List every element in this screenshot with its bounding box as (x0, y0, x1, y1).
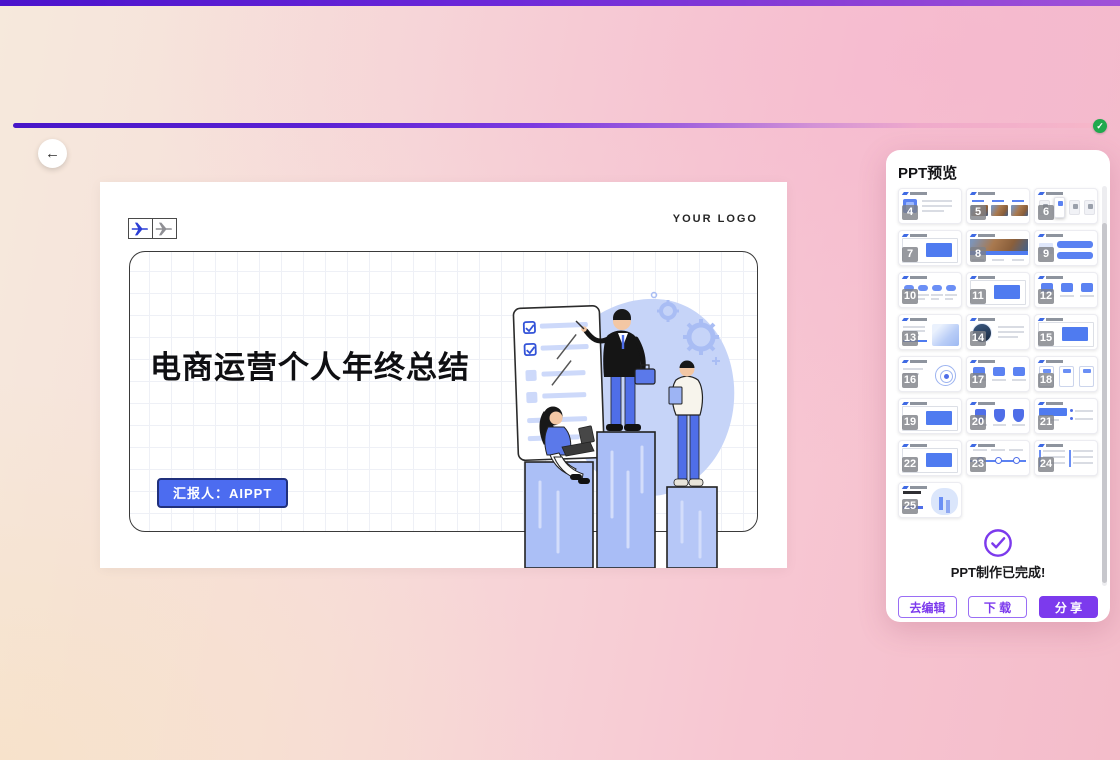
presenter-badge: 汇报人：AIPPT (157, 478, 288, 508)
ppt-preview-panel: PPT预览 4 5 6 7 8 9 10 11 12 13 14 15 16 17 18 19 20 21 22 23… (886, 150, 1110, 622)
slide-thumbnail-grid: 4 5 6 7 8 9 10 11 12 13 14 15 16 17 18 19 20 21 22 23 24 25 (898, 188, 1098, 518)
share-button[interactable]: 分 享 (1039, 596, 1098, 618)
slide-thumbnail[interactable]: 10 (898, 272, 962, 308)
slide-thumbnail[interactable]: 17 (966, 356, 1030, 392)
slide-number-badge: 24 (1038, 457, 1054, 472)
generation-progress-line (13, 123, 1095, 128)
slide-number-badge: 11 (970, 289, 986, 304)
slide-number-badge: 25 (902, 499, 918, 514)
slide-number-badge: 18 (1038, 373, 1054, 388)
slide-number-badge: 13 (902, 331, 918, 346)
panel-title: PPT预览 (898, 162, 957, 183)
slide-thumbnail[interactable]: 7 (898, 230, 962, 266)
download-button[interactable]: 下 载 (968, 596, 1027, 618)
paper-plane-icon-gray (152, 218, 177, 239)
slide-thumbnail[interactable]: 5 (966, 188, 1030, 224)
completion-status-text: PPT制作已完成! (886, 562, 1110, 581)
slide-number-badge: 7 (902, 247, 918, 262)
slide-thumbnail[interactable]: 11 (966, 272, 1030, 308)
slide-thumbnail[interactable]: 14 (966, 314, 1030, 350)
panel-scrollbar-track (1102, 186, 1107, 586)
slide-number-badge: 10 (902, 289, 918, 304)
slide-number-badge: 19 (902, 415, 918, 430)
slide-thumbnail[interactable]: 9 (1034, 230, 1098, 266)
paper-plane-icon-blue (128, 218, 153, 239)
slide-thumbnail[interactable]: 20 (966, 398, 1030, 434)
slide-thumbnail[interactable]: 24 (1034, 440, 1098, 476)
slide-number-badge: 14 (970, 331, 986, 346)
slide-thumbnail[interactable]: 12 (1034, 272, 1098, 308)
slide-number-badge: 21 (1038, 415, 1054, 430)
slide-logo: YOUR LOGO (673, 213, 758, 225)
slide-number-badge: 8 (970, 247, 986, 262)
slide-thumbnail[interactable]: 25 (898, 482, 962, 518)
slide-thumbnail[interactable]: 6 (1034, 188, 1098, 224)
arrow-left-icon: ← (45, 146, 60, 161)
purple-check-circle-icon (983, 528, 1013, 558)
slide-number-badge: 6 (1038, 205, 1054, 220)
slide-number-badge: 5 (970, 205, 986, 220)
slide-number-badge: 12 (1038, 289, 1054, 304)
slide-thumbnail[interactable]: 13 (898, 314, 962, 350)
slide-preview: YOUR LOGO 电商运营个人年终总结 汇报人：AIPPT (100, 182, 787, 568)
slide-thumbnail[interactable]: 19 (898, 398, 962, 434)
slide-title: 电商运营个人年终总结 (150, 342, 470, 387)
app-screen: ✓ ← YOUR LOGO 电商运营个人年终总结 汇报人：AIPPT (0, 0, 1120, 760)
slide-thumbnail[interactable]: 16 (898, 356, 962, 392)
slide-thumbnail[interactable]: 23 (966, 440, 1030, 476)
slide-number-badge: 20 (970, 415, 986, 430)
slide-thumbnail[interactable]: 21 (1034, 398, 1098, 434)
slide-thumbnail[interactable]: 18 (1034, 356, 1098, 392)
back-button[interactable]: ← (38, 139, 67, 168)
green-check-icon: ✓ (1093, 119, 1107, 133)
slide-illustration (500, 277, 750, 568)
panel-scrollbar-thumb[interactable] (1102, 223, 1107, 583)
slide-number-badge: 4 (902, 205, 918, 220)
slide-thumbnail[interactable]: 4 (898, 188, 962, 224)
edit-button[interactable]: 去编辑 (898, 596, 957, 618)
slide-thumbnail[interactable]: 22 (898, 440, 962, 476)
top-accent-bar (0, 0, 1120, 6)
plane-icons-group (128, 218, 177, 239)
slide-number-badge: 9 (1038, 247, 1054, 262)
slide-thumbnail[interactable]: 15 (1034, 314, 1098, 350)
slide-number-badge: 23 (970, 457, 986, 472)
slide-number-badge: 15 (1038, 331, 1054, 346)
slide-number-badge: 22 (902, 457, 918, 472)
slide-number-badge: 17 (970, 373, 986, 388)
slide-number-badge: 16 (902, 373, 918, 388)
slide-thumbnail[interactable]: 8 (966, 230, 1030, 266)
